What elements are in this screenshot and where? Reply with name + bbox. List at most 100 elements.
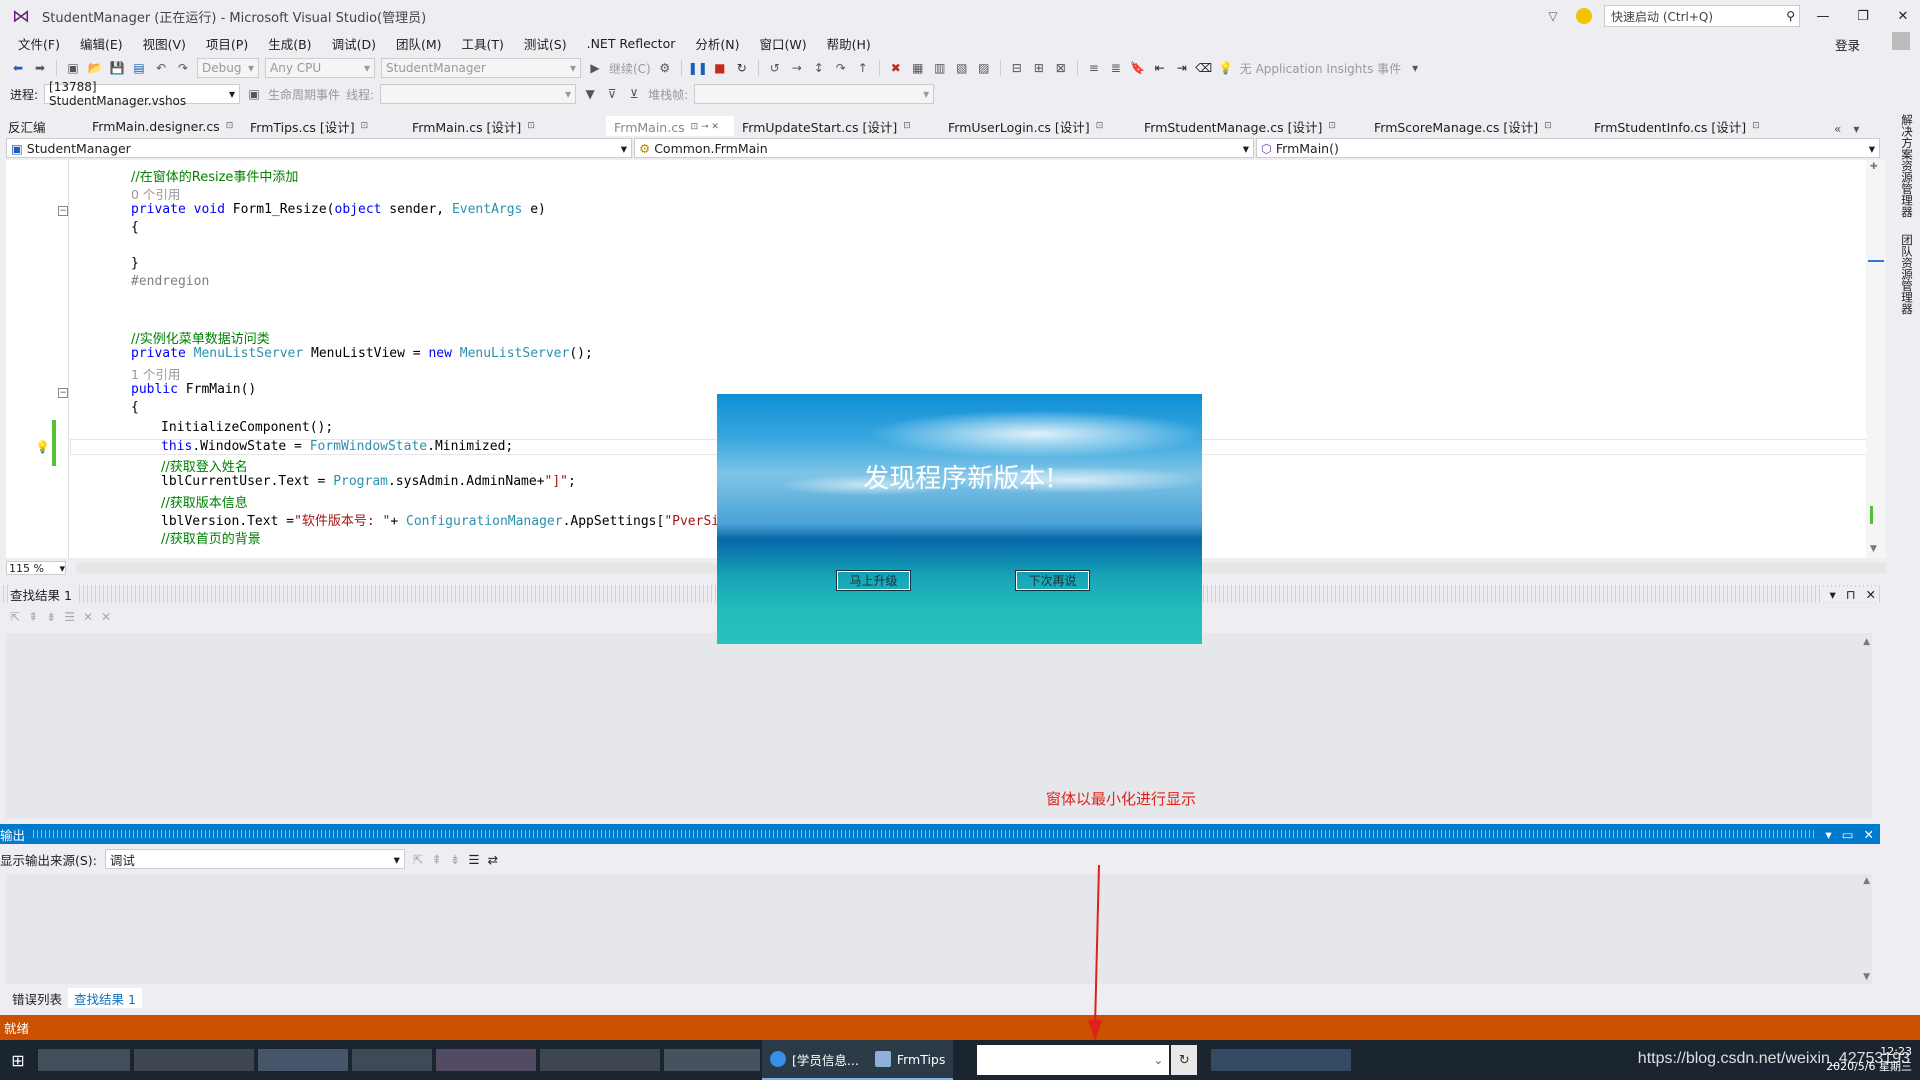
menu-project[interactable]: 项目(P) [196, 34, 258, 53]
thread-select[interactable]: ▾ [380, 84, 577, 104]
show-next-statement-icon[interactable]: ↺ [767, 60, 783, 76]
chevron-down-icon[interactable]: ▾ [1407, 60, 1423, 76]
tab-frmuserlogin-design[interactable]: FrmUserLogin.cs [设计] ⊡ [940, 116, 1136, 136]
tab-overflow-icon[interactable]: « [1834, 122, 1841, 136]
member-select[interactable]: ⬡ FrmMain() ▾ [1256, 138, 1880, 158]
pin-icon[interactable]: ⊡ [1096, 121, 1104, 131]
pin-icon[interactable]: ⊡ [361, 121, 369, 131]
close-button[interactable]: ✕ [1886, 0, 1920, 32]
team-explorer-tab[interactable]: 团队资源管理器 [1899, 234, 1915, 315]
process-select[interactable]: [13788] StudentManager.vshos ▾ [44, 80, 241, 108]
reference-count[interactable]: 1 个引用 [131, 367, 180, 382]
output-content[interactable]: ▲ ▼ [6, 874, 1872, 984]
step-back-icon[interactable]: ↷ [833, 60, 849, 76]
find-results-content[interactable]: ▲ [6, 633, 1872, 819]
menu-help[interactable]: 帮助(H) [817, 34, 881, 53]
collapse-icon[interactable]: − [58, 206, 68, 216]
sql-icon[interactable]: ▧ [954, 60, 970, 76]
output-source-select[interactable]: 调试 ▾ [104, 849, 405, 869]
redo-icon[interactable]: ↷ [175, 60, 191, 76]
clear-all-icon[interactable]: ✕ [83, 610, 93, 624]
lifecycle-events-button[interactable]: 生命周期事件 [268, 86, 340, 103]
align-center-icon[interactable]: ⊞ [1031, 60, 1047, 76]
tab-frmupdatestart-design[interactable]: FrmUpdateStart.cs [设计] ⊡ [734, 116, 940, 136]
refresh-icon[interactable]: ↻ [1171, 1045, 1198, 1075]
clear-all-icon[interactable]: ☰ [468, 852, 479, 867]
blurred-taskbar-item[interactable] [436, 1049, 536, 1071]
outdent-icon[interactable]: ≣ [1108, 60, 1124, 76]
indent-icon[interactable]: ≡ [1086, 60, 1102, 76]
tab-frmstudentinfo-design[interactable]: FrmStudentInfo.cs [设计] ⊡ [1586, 116, 1826, 136]
close-icon[interactable]: ✕ [1864, 827, 1874, 842]
blurred-taskbar-item[interactable] [664, 1049, 760, 1071]
blurred-taskbar-item[interactable] [258, 1049, 348, 1071]
tab-frmmain-cs[interactable]: FrmMain.cs ⊡ ⊸ ✕ [606, 116, 734, 136]
tab-find-results[interactable]: 查找结果 1 [68, 988, 142, 1008]
pin-icon[interactable]: ⊡ [903, 121, 911, 131]
pin-icon[interactable]: ⊡ [1752, 121, 1760, 131]
tab-frmmain-design[interactable]: FrmMain.cs [设计] ⊡ [404, 116, 606, 136]
lightbulb-icon[interactable]: 💡 [35, 440, 50, 454]
taskbar-app-frmtips[interactable]: FrmTips [866, 1040, 954, 1080]
app-insights-button[interactable]: 无 Application Insights 事件 [1240, 60, 1401, 77]
tab-frmtips-design[interactable]: FrmTips.cs [设计] ⊡ [242, 116, 404, 136]
code-reference-count[interactable]: 1 个引用 [131, 364, 180, 383]
find-message-icon[interactable]: ⇱ [413, 852, 423, 867]
solution-config-select[interactable]: Debug ▾ [197, 58, 259, 78]
tab-frmscoremanage-design[interactable]: FrmScoreManage.cs [设计] ⊡ [1366, 116, 1586, 136]
reference-count[interactable]: 0 个引用 [131, 187, 180, 202]
pause-icon[interactable]: ❚❚ [688, 60, 708, 76]
menu-team[interactable]: 团队(M) [386, 34, 452, 53]
stop-icon[interactable]: ■ [712, 60, 728, 76]
previous-message-icon[interactable]: ⇞ [431, 852, 441, 867]
scroll-down-icon[interactable]: ▼ [1870, 544, 1877, 554]
project-select[interactable]: ▣ StudentManager ▾ [6, 138, 632, 158]
next-bookmark-icon[interactable]: ⇥ [1174, 60, 1190, 76]
table-icon[interactable]: ▨ [976, 60, 992, 76]
clear-icon[interactable]: ☰ [64, 610, 75, 624]
attach-icon[interactable]: ⚙ [657, 60, 673, 76]
continue-icon[interactable]: ▶ [587, 60, 603, 76]
taskbar-app-student-info[interactable]: [学员信息... [762, 1040, 867, 1080]
step-out-icon[interactable]: ↑ [855, 60, 871, 76]
go-to-location-icon[interactable]: ⇱ [10, 610, 20, 624]
expand-threads-icon[interactable]: ⊻ [626, 86, 642, 102]
prev-bookmark-icon[interactable]: ⇤ [1152, 60, 1168, 76]
stack-frame-select[interactable]: ▾ [694, 84, 935, 104]
menu-edit[interactable]: 编辑(E) [70, 34, 133, 53]
scroll-up-icon[interactable]: ▲ [1863, 637, 1870, 647]
continue-button[interactable]: 继续(C) [609, 60, 651, 77]
pin-icon[interactable]: ⊡ [1328, 121, 1336, 131]
menu-test[interactable]: 测试(S) [514, 34, 577, 53]
tab-dropdown-icon[interactable]: ▾ [1853, 122, 1859, 136]
pin-icon[interactable]: ⊡ [226, 121, 234, 131]
solution-explorer-tab[interactable]: 解决方案资源管理器 [1899, 114, 1915, 218]
menu-window[interactable]: 窗口(W) [749, 34, 816, 53]
menu-analyze[interactable]: 分析(N) [685, 34, 749, 53]
bookmark-icon[interactable]: 🔖 [1130, 60, 1146, 76]
maximize-icon[interactable]: ▭ [1842, 827, 1854, 842]
stop-find-icon[interactable]: ✕ [101, 610, 111, 624]
close-icon[interactable]: ✕ [1866, 587, 1876, 602]
menu-net-reflector[interactable]: .NET Reflector [577, 36, 686, 51]
step-over-icon[interactable]: ↕ [811, 60, 827, 76]
previous-result-icon[interactable]: ⇞ [28, 610, 38, 624]
restore-button[interactable]: ❐ [1846, 0, 1880, 32]
tab-error-list[interactable]: 错误列表 [6, 988, 68, 1008]
undo-icon[interactable]: ↶ [153, 60, 169, 76]
platform-select[interactable]: Any CPU ▾ [265, 58, 375, 78]
dropdown-icon[interactable]: ▾ [1825, 827, 1831, 842]
menu-debug[interactable]: 调试(D) [322, 34, 386, 53]
filter-icon[interactable]: ▽ [1542, 9, 1564, 23]
menu-tools[interactable]: 工具(T) [452, 34, 514, 53]
next-message-icon[interactable]: ⇟ [450, 852, 460, 867]
pin-icon[interactable]: ⊡ [1544, 121, 1552, 131]
app-insights-icon[interactable]: 💡 [1218, 60, 1234, 76]
windows-start-icon[interactable]: ⊞ [0, 1040, 36, 1080]
taskbar-search-input[interactable]: ⌄ [977, 1045, 1170, 1075]
word-wrap-icon[interactable]: ⇄ [488, 852, 498, 867]
layout-icon[interactable]: ▥ [932, 60, 948, 76]
menu-build[interactable]: 生成(B) [258, 34, 321, 53]
flag-filter-icon[interactable]: ⊽ [604, 86, 620, 102]
blurred-taskbar-item[interactable] [352, 1049, 432, 1071]
